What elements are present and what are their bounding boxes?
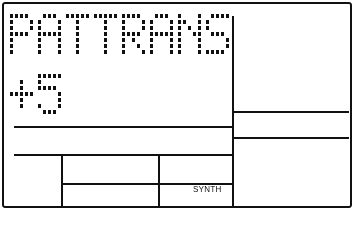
bottom-divider-2 [158,155,160,208]
lcd-screen: SYNTH [2,2,352,208]
section-divider-bottom [14,154,232,156]
right-divider-upper [233,111,349,113]
bottom-divider-1 [61,155,63,208]
section-divider-top [14,126,232,128]
mode-label-synth: SYNTH [193,185,222,194]
right-divider-lower [233,137,349,139]
